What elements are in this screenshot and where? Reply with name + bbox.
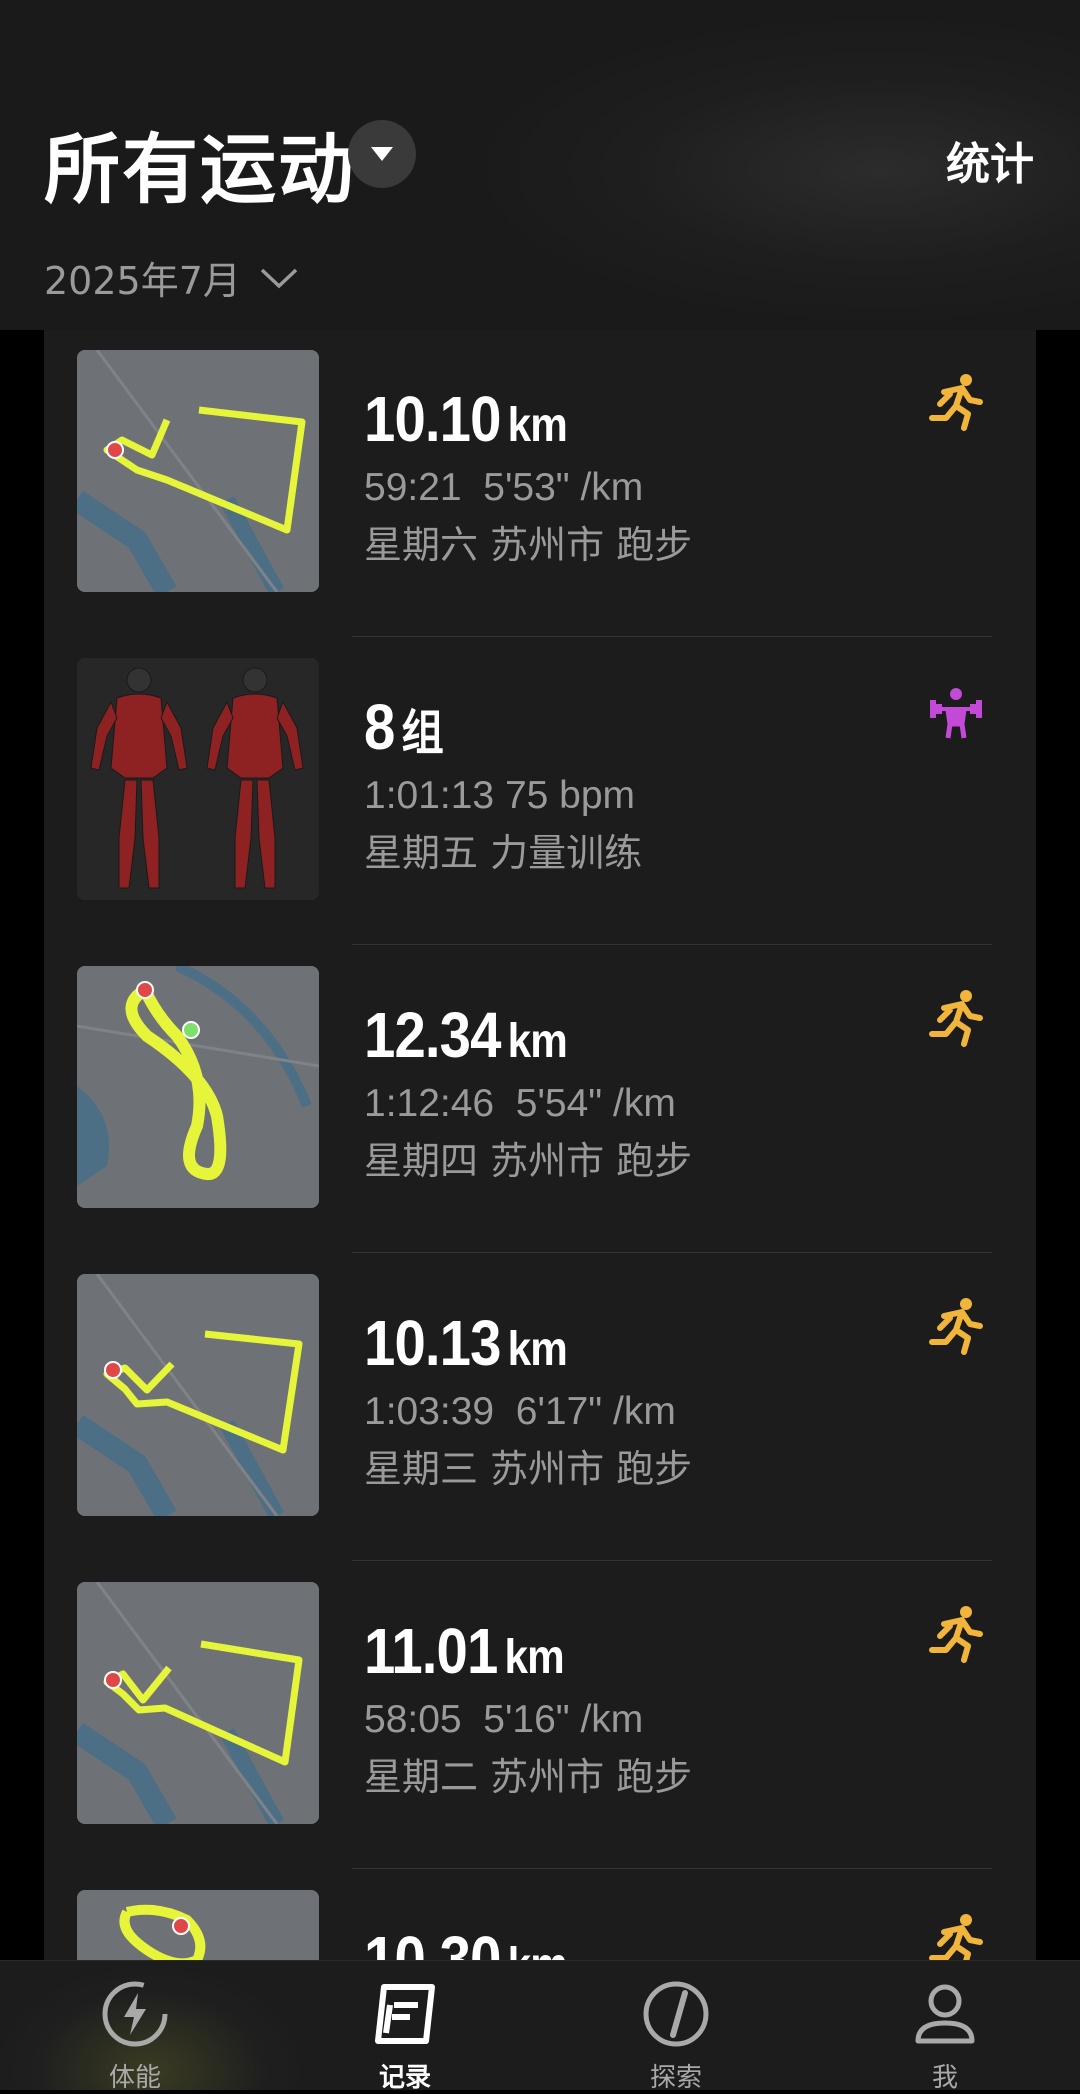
activity-value: 10.10 km	[364, 383, 568, 455]
activity-row[interactable]: 10.30km	[44, 1870, 1036, 1960]
activity-day-location-type: 星期三 苏州市 跑步	[364, 1447, 693, 1491]
activity-row[interactable]: 12.34 km 1:12:46 5'54" /km 星期四 苏州市 跑步	[44, 946, 1036, 1253]
running-icon	[929, 1606, 983, 1663]
activity-duration-pace: 1:03:39 6'17" /km	[364, 1390, 676, 1433]
running-icon	[929, 1914, 983, 1960]
route-map-thumbnail	[77, 1582, 319, 1824]
activity-day-location-type: 星期六 苏州市 跑步	[364, 523, 693, 567]
activity-value: 11.01 km	[364, 1615, 565, 1687]
month-label: 2025年7月	[44, 259, 241, 303]
bottom-tab-bar: 体能 记录 探索 我	[0, 1960, 1080, 2093]
activity-value: 12.34 km	[364, 999, 568, 1071]
row-divider	[352, 636, 992, 637]
row-divider	[352, 944, 992, 945]
month-selector[interactable]: 2025年7月	[44, 250, 299, 305]
activity-row[interactable]: 10.13 km 1:03:39 6'17" /km 星期三 苏州市 跑步	[44, 1254, 1036, 1561]
route-map-thumbnail	[77, 350, 319, 592]
record-icon	[375, 1984, 435, 2044]
activity-list[interactable]: 10.10 km 59:21 5'53" /km 星期六 苏州市 跑步 8 组 …	[44, 330, 1036, 1960]
activity-row[interactable]: 11.01 km 58:05 5'16" /km 星期二 苏州市 跑步	[44, 1562, 1036, 1869]
activity-filter-button[interactable]	[348, 120, 416, 188]
activity-value: 10.13 km	[364, 1307, 568, 1379]
row-divider	[352, 1252, 992, 1253]
activity-duration-pace: 1:12:46 5'54" /km	[364, 1082, 676, 1125]
profile-icon	[915, 1984, 975, 2044]
row-divider	[352, 1868, 992, 1869]
tab-fitness[interactable]: 体能	[65, 1979, 205, 2094]
running-icon	[929, 1298, 983, 1355]
compass-icon	[643, 1981, 709, 2047]
activity-value: 8组	[364, 691, 444, 763]
route-map-thumbnail	[77, 1890, 319, 1960]
weightlifting-icon	[930, 688, 982, 739]
running-icon	[929, 990, 983, 1047]
activity-duration-pace: 58:05 5'16" /km	[364, 1698, 644, 1741]
activity-day-location-type: 星期四 苏州市 跑步	[364, 1139, 693, 1183]
chevron-down-icon	[260, 268, 298, 288]
route-map-thumbnail	[77, 966, 319, 1208]
activity-row[interactable]: 8组 1:01:13 75 bpm 星期五 力量训练	[44, 638, 1036, 945]
activity-day-location-type: 星期二 苏州市 跑步	[364, 1755, 693, 1799]
activity-duration-pace: 59:21 5'53" /km	[364, 466, 644, 509]
route-map-thumbnail	[77, 1274, 319, 1516]
activity-duration-heartrate: 1:01:13 75 bpm	[364, 774, 636, 817]
activity-row[interactable]: 10.10 km 59:21 5'53" /km 星期六 苏州市 跑步	[44, 330, 1036, 637]
activity-value: 10.30km	[364, 1923, 568, 1960]
tab-explore[interactable]: 探索	[606, 1979, 746, 2094]
lightning-icon	[102, 1981, 168, 2047]
tab-me[interactable]: 我	[875, 1979, 1015, 2094]
row-divider	[352, 1560, 992, 1561]
triangle-down-icon	[371, 147, 393, 161]
header: 所有运动 统计 2025年7月	[0, 0, 1080, 330]
stats-button[interactable]: 统计	[946, 128, 1034, 192]
page-title: 所有运动	[44, 125, 356, 214]
activity-day-location-type: 星期五 力量训练	[364, 831, 643, 875]
tab-records[interactable]: 记录	[335, 1979, 475, 2094]
running-icon	[929, 374, 983, 431]
muscle-map-thumbnail	[77, 658, 319, 900]
